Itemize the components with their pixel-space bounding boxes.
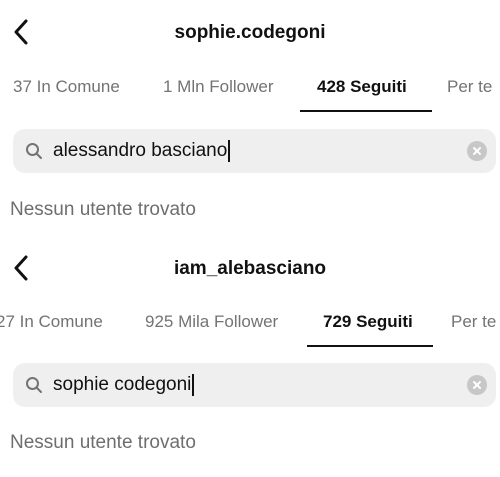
close-icon	[473, 381, 481, 389]
text-caret	[228, 139, 230, 162]
search-input[interactable]: alessandro basciano	[53, 129, 230, 173]
profile-username: sophie.codegoni	[174, 22, 326, 43]
clear-search-button[interactable]	[467, 375, 487, 395]
active-tab-indicator	[307, 345, 433, 347]
clear-search-button[interactable]	[467, 141, 487, 161]
search-bar[interactable]: sophie codegoni	[13, 363, 496, 407]
search-bar[interactable]: alessandro basciano	[13, 129, 496, 173]
follow-tabs: 27 In Comune 925 Mila Follower 729 Segui…	[0, 299, 500, 347]
search-input[interactable]: sophie codegoni	[53, 363, 194, 407]
text-caret	[192, 373, 194, 396]
profile-username: iam_alebasciano	[173, 258, 327, 279]
active-tab-indicator	[300, 110, 432, 112]
follow-tabs: 37 In Comune 1 Mln Follower 428 Seguiti …	[0, 64, 500, 112]
tab-seguiti[interactable]: 428 Seguiti	[317, 64, 407, 110]
search-input-value: alessandro basciano	[53, 140, 228, 161]
tab-in-comune[interactable]: 37 In Comune	[13, 64, 120, 110]
header: sophie.codegoni	[0, 0, 500, 64]
tab-per-te[interactable]: Per te	[447, 64, 492, 110]
profile-panel-sophie: sophie.codegoni 37 In Comune 1 Mln Follo…	[0, 0, 500, 236]
tab-seguiti[interactable]: 729 Seguiti	[323, 299, 413, 345]
tab-follower[interactable]: 1 Mln Follower	[163, 64, 274, 110]
no-results-message: Nessun utente trovato	[10, 199, 196, 220]
tab-in-comune[interactable]: 27 In Comune	[0, 299, 103, 345]
close-icon	[473, 147, 481, 155]
search-icon	[26, 377, 42, 393]
search-icon	[26, 143, 42, 159]
profile-panel-alessandro: iam_alebasciano 27 In Comune 925 Mila Fo…	[0, 236, 500, 477]
no-results-message: Nessun utente trovato	[10, 432, 196, 453]
header: iam_alebasciano	[0, 236, 500, 300]
search-input-value: sophie codegoni	[53, 374, 192, 395]
tab-per-te[interactable]: Per te	[451, 299, 496, 345]
tab-follower[interactable]: 925 Mila Follower	[145, 299, 278, 345]
